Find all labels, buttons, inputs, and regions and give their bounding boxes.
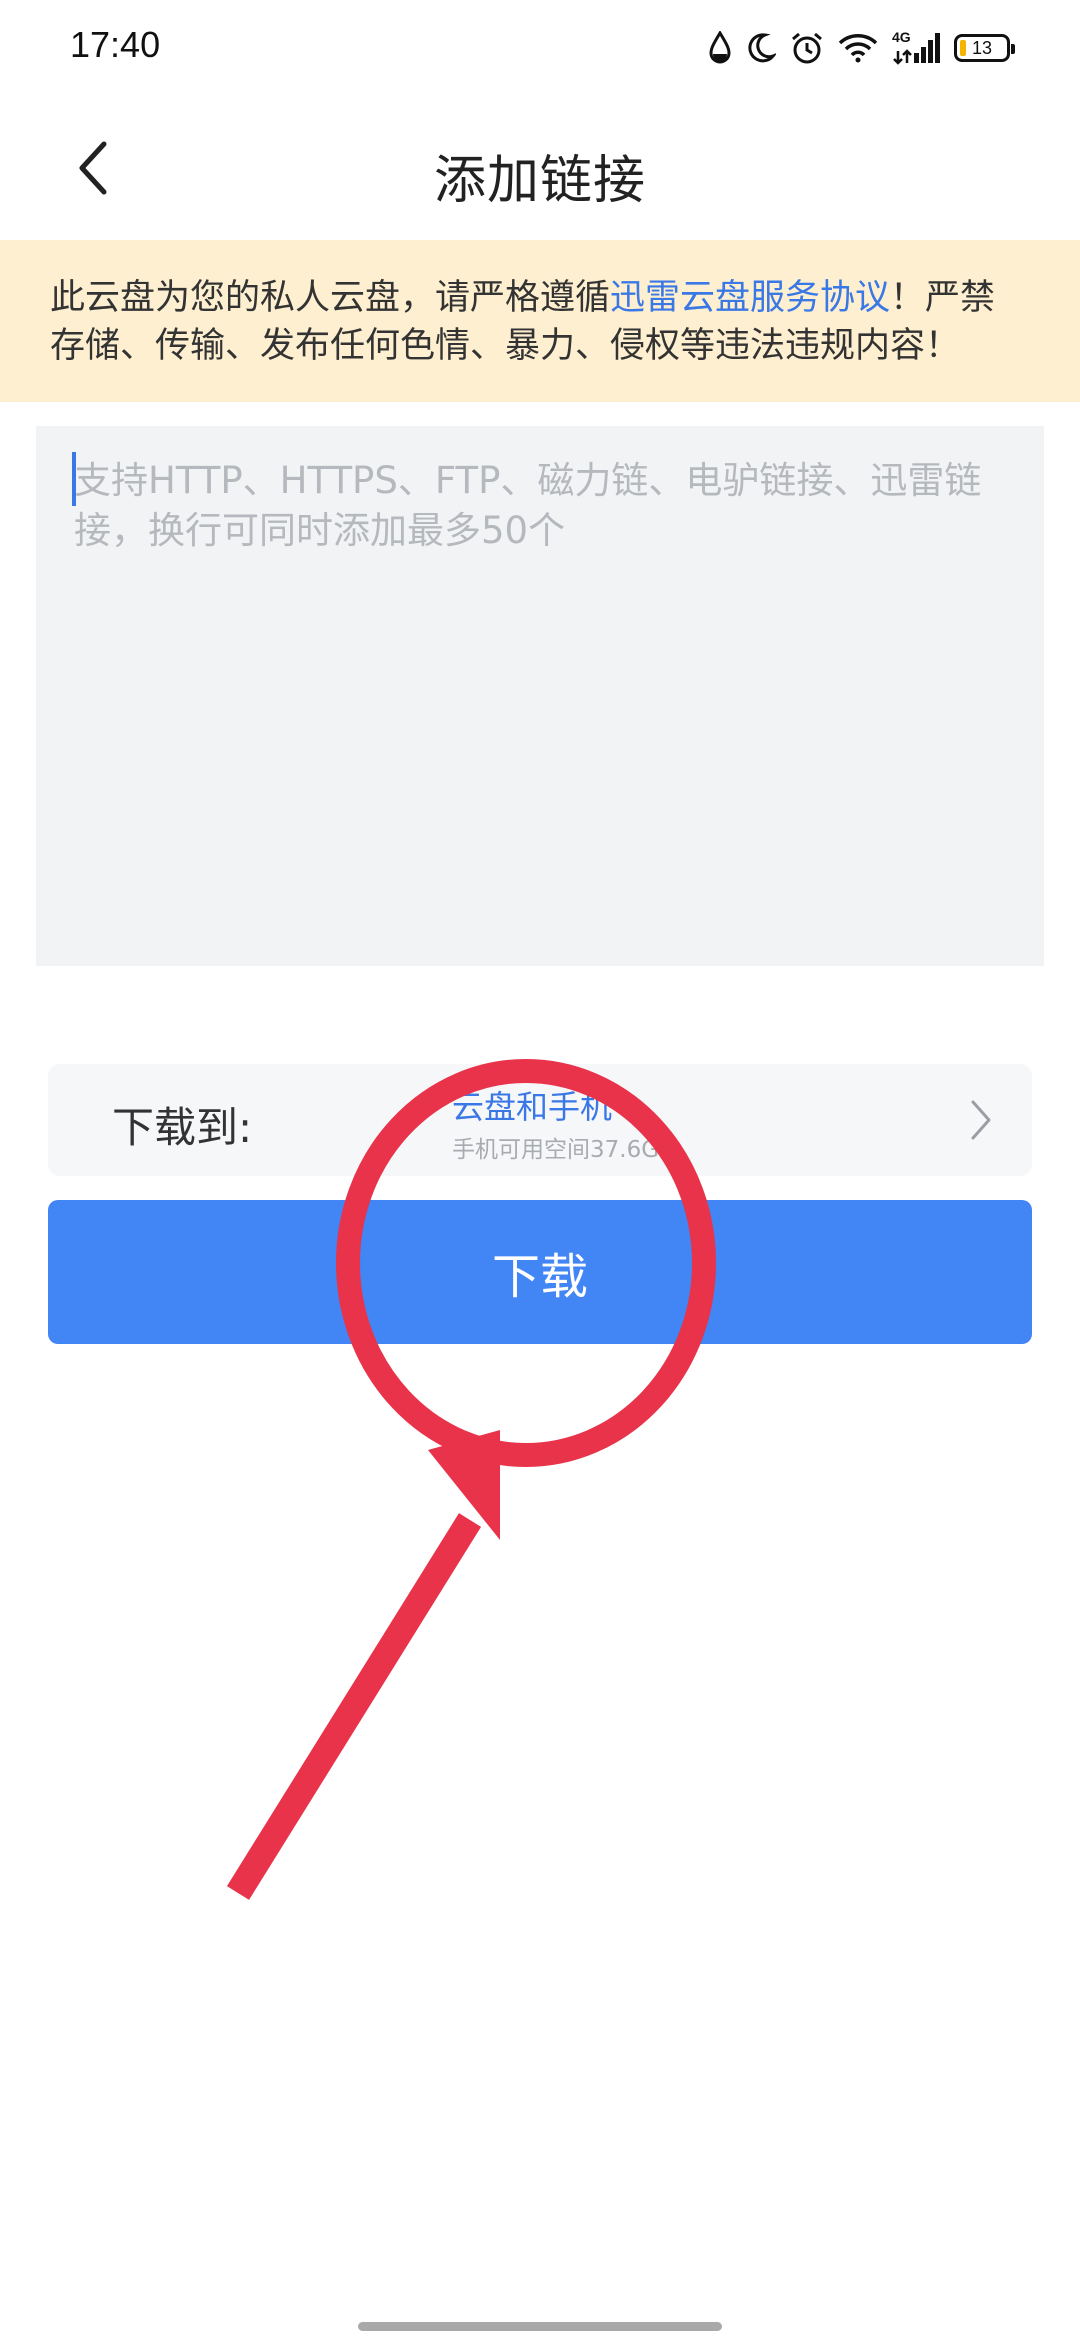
status-icons: 4G 13 — [708, 28, 1015, 68]
service-agreement-link[interactable]: 迅雷云盘服务协议 — [610, 278, 890, 318]
annotation-arrow-shaft — [226, 1513, 482, 1900]
notice-text-before: 此云盘为您的私人云盘，请严格遵循 — [50, 278, 611, 318]
page-title: 添加链接 — [433, 151, 646, 211]
notice-banner: 此云盘为您的私人云盘，请严格遵循迅雷云盘服务协议！严禁存储、传输、发布任何色情、… — [0, 240, 1080, 402]
status-bar: 17:40 4G 13 — [0, 0, 1080, 96]
moon-icon — [748, 33, 776, 63]
link-input-box — [36, 426, 1044, 966]
screen: 17:40 4G 13 添加链接 此云盘为您的私人云盘，请严格遵循迅雷云盘服务协… — [0, 0, 1080, 2340]
download-button[interactable]: 下载 — [48, 1200, 1032, 1344]
alarm-icon — [792, 32, 822, 64]
download-to-label: 下载到: — [112, 1103, 253, 1152]
battery-level: 13 — [971, 37, 993, 58]
signal-icon: 4G — [892, 29, 940, 65]
wifi-icon — [838, 34, 878, 63]
download-to-space: 手机可用空间37.6G — [452, 1137, 660, 1163]
status-time: 17:40 — [70, 24, 161, 65]
link-input[interactable] — [36, 426, 1044, 966]
home-indicator[interactable] — [358, 2322, 722, 2331]
chevron-right-icon — [971, 1100, 991, 1140]
header: 添加链接 — [0, 96, 1080, 240]
battery-icon: 13 — [954, 34, 1015, 62]
text-caret — [72, 452, 76, 506]
annotation-arrow-head — [428, 1430, 500, 1540]
download-button-label: 下载 — [491, 1249, 588, 1305]
download-to-target: 云盘和手机 — [452, 1088, 613, 1126]
water-drop-icon — [709, 31, 731, 64]
download-to-row[interactable]: 下载到: 云盘和手机 手机可用空间37.6G — [48, 1064, 1032, 1176]
